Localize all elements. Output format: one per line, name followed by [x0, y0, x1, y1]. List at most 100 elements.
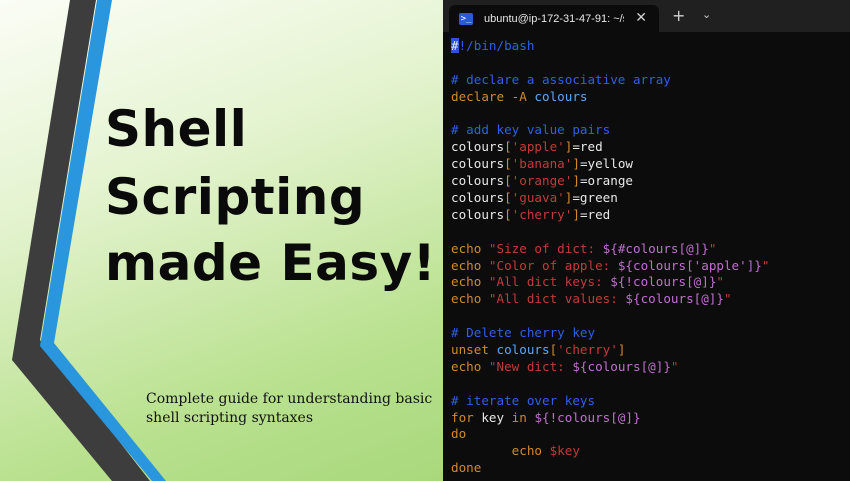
code-line: # iterate over keys	[451, 393, 769, 410]
code-token: [	[504, 156, 512, 172]
code-line: unset colours['cherry']	[451, 342, 769, 359]
code-token: in	[504, 409, 535, 425]
tab-title: ubuntu@ip-172-31-47-91: ~/s	[484, 12, 624, 25]
code-token: 'guava'	[511, 190, 565, 206]
code-token: $key	[549, 443, 580, 459]
code-token: # add key value pairs	[451, 122, 611, 138]
code-token: # Delete cherry key	[451, 325, 596, 341]
code-line: done	[451, 460, 769, 477]
code-token: ${	[602, 240, 618, 256]
code-line: #!/bin/bash	[451, 38, 769, 55]
title-slide: Shell Scripting made Easy! Complete guid…	[0, 0, 443, 481]
code-token: "New dict:	[488, 358, 573, 374]
code-line: echo "Color of apple: ${colours['apple']…	[451, 258, 769, 275]
code-line: for key in ${!colours[@]}	[451, 410, 769, 427]
code-token: ${!colours[@]}	[610, 274, 717, 290]
code-token: echo	[451, 443, 550, 459]
code-token: colours	[451, 206, 505, 222]
code-token: key	[481, 409, 505, 425]
code-token: colours	[451, 156, 505, 172]
code-token: [	[504, 139, 512, 155]
code-token: # declare a associative array	[451, 71, 671, 87]
slide-subtitle: Complete guide for understanding basic s…	[146, 390, 432, 428]
code-token: # iterate over keys	[451, 392, 596, 408]
slide-title-line-3: made Easy!	[105, 234, 437, 292]
new-tab-button[interactable]: +	[672, 6, 685, 25]
chevron-down-icon[interactable]: ⌄	[702, 8, 711, 21]
code-token: 'cherry'	[511, 206, 573, 222]
code-line: colours['apple']=red	[451, 139, 769, 156]
code-token: colours	[451, 190, 505, 206]
code-token: "	[723, 291, 732, 307]
code-token: 'banana'	[511, 156, 573, 172]
code-token: declare -A	[451, 88, 535, 104]
terminal-window[interactable]: >_ ubuntu@ip-172-31-47-91: ~/s ✕ + ⌄ #!/…	[443, 0, 850, 481]
slide-title-line-1: Shell	[105, 100, 248, 158]
code-token: 'orange'	[511, 173, 573, 189]
code-line: echo "All dict values: ${colours[@]}"	[451, 291, 769, 308]
code-token: [	[504, 190, 512, 206]
code-token: echo	[451, 291, 489, 307]
code-token: "	[761, 257, 770, 273]
code-token: echo	[451, 358, 489, 374]
close-tab-icon[interactable]: ✕	[635, 10, 647, 26]
code-token: ${colours[@]}	[572, 358, 671, 374]
code-token: colours	[451, 139, 505, 155]
code-token: "All dict keys:	[488, 274, 611, 290]
code-token: colours	[496, 342, 550, 358]
terminal-editor-content[interactable]: #!/bin/bash # declare a associative arra…	[451, 38, 769, 477]
code-token: ]	[572, 206, 580, 222]
subtitle-line-2: shell scripting syntaxes	[146, 410, 314, 426]
code-token: 'apple'	[511, 139, 565, 155]
code-token: =red	[579, 206, 611, 222]
code-token: ]	[617, 342, 626, 358]
code-token: }	[701, 240, 709, 256]
code-line: echo $key	[451, 443, 769, 460]
code-token: =orange	[579, 173, 634, 189]
code-line: colours['banana']=yellow	[451, 156, 769, 173]
slide-title-line-2: Scripting	[105, 168, 366, 226]
code-token: "	[708, 240, 717, 256]
code-line: do	[451, 426, 769, 443]
code-line: colours['orange']=orange	[451, 173, 769, 190]
code-token: #colours[@]	[617, 240, 702, 256]
code-token: echo	[451, 240, 489, 256]
text-cursor: #	[451, 38, 459, 53]
code-token: =red	[572, 139, 603, 155]
code-token: [	[504, 173, 512, 189]
code-line: colours['cherry']=red	[451, 207, 769, 224]
terminal-tab[interactable]: >_ ubuntu@ip-172-31-47-91: ~/s ✕	[449, 5, 659, 32]
code-token: for	[451, 409, 482, 425]
code-token: "	[670, 358, 679, 374]
code-token: "Color of apple:	[488, 257, 618, 273]
code-token: !/bin/bash	[458, 38, 535, 53]
code-token: ${colours['apple']}	[617, 257, 762, 273]
code-token: echo	[451, 257, 489, 273]
code-token: [	[504, 206, 512, 222]
code-token: ${colours[@]}	[625, 291, 724, 307]
code-line: colours['guava']=green	[451, 190, 769, 207]
code-token: =yellow	[579, 156, 634, 172]
code-token: ]	[572, 156, 580, 172]
code-line: # add key value pairs	[451, 122, 769, 139]
code-token: ${!colours[@]}	[534, 409, 641, 425]
code-token: colours	[534, 88, 588, 104]
code-token: done	[451, 460, 482, 476]
code-line: echo "All dict keys: ${!colours[@]}"	[451, 274, 769, 291]
subtitle-line-1: Complete guide for understanding basic	[146, 391, 433, 407]
code-line: declare -A colours	[451, 89, 769, 106]
code-token: ]	[572, 173, 580, 189]
code-token: unset	[451, 342, 497, 358]
code-token: "All dict values:	[488, 291, 626, 307]
code-token: 'cherry'	[557, 342, 618, 358]
code-token: do	[451, 426, 467, 442]
code-token: "Size of dict:	[488, 240, 603, 256]
terminal-tab-bar: >_ ubuntu@ip-172-31-47-91: ~/s ✕ + ⌄	[443, 0, 850, 32]
code-line: # declare a associative array	[451, 72, 769, 89]
code-token: colours	[451, 173, 505, 189]
